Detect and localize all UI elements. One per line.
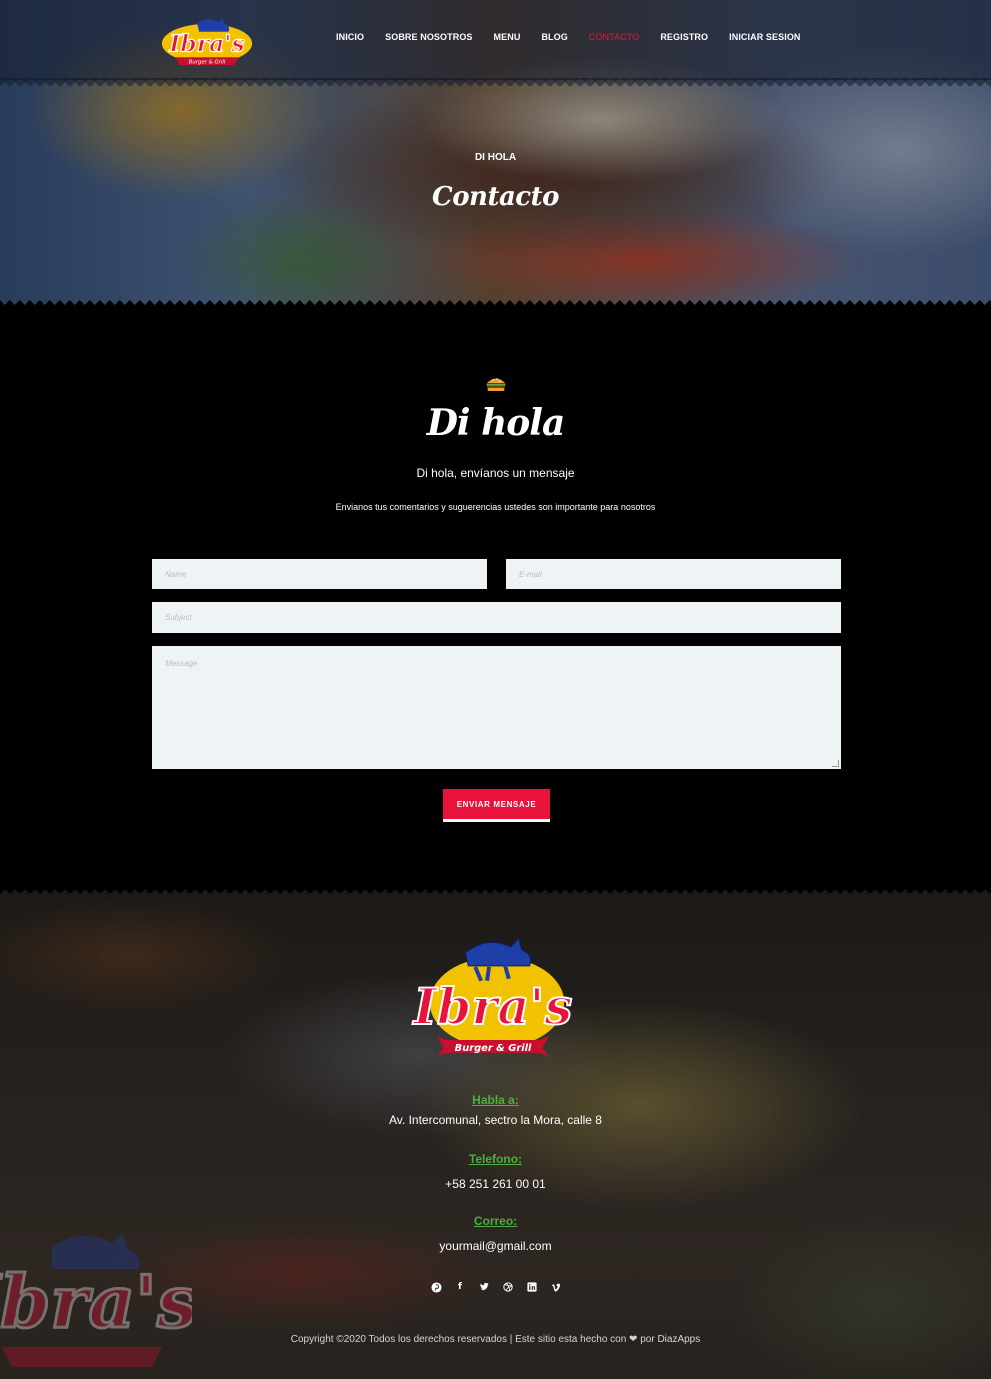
- subject-input[interactable]: [152, 602, 841, 633]
- site-footer: Ibra's Ibra's Burger & Grill Habla a: Av…: [0, 885, 991, 1379]
- hero-banner: Ibra's Burger & Grill INICIO SOBRE NOSOT…: [0, 0, 991, 310]
- textarea-resize-handle[interactable]: [832, 760, 839, 767]
- svg-text:Ibra's: Ibra's: [0, 1259, 192, 1344]
- phone-label: Telefono:: [468, 1152, 523, 1166]
- name-input[interactable]: [152, 559, 487, 589]
- site-logo[interactable]: Ibra's Burger & Grill: [158, 16, 256, 70]
- email-input[interactable]: [506, 559, 841, 589]
- vimeo-icon[interactable]: [550, 1281, 562, 1293]
- email-text: yourmail@gmail.com: [439, 1239, 552, 1253]
- dribbble-icon[interactable]: [502, 1281, 514, 1293]
- page-title: Contacto: [432, 182, 559, 212]
- nav-item-menu[interactable]: MENU: [494, 32, 521, 42]
- hero-eyebrow: DI HOLA: [474, 152, 517, 163]
- phone-text: +58 251 261 00 01: [445, 1177, 546, 1191]
- footer-logo-image: Ibra's Burger & Grill: [411, 937, 573, 1056]
- nav-item-registro[interactable]: REGISTRO: [660, 32, 708, 42]
- watermark-logo-image: Ibra's: [0, 1233, 192, 1367]
- address-text: Av. Intercomunal, sectro la Mora, calle …: [389, 1113, 602, 1127]
- nav-item-iniciar-sesion[interactable]: INICIAR SESION: [729, 32, 800, 42]
- nav-item-sobre-nosotros[interactable]: SOBRE NOSOTROS: [385, 32, 472, 42]
- contact-title: Di hola: [426, 402, 566, 444]
- linkedin-icon[interactable]: [526, 1281, 538, 1293]
- main-nav: INICIO SOBRE NOSOTROS MENU BLOG CONTACTO…: [336, 32, 822, 42]
- logo-image: Ibra's Burger & Grill: [161, 18, 253, 66]
- nav-item-inicio[interactable]: INICIO: [336, 32, 364, 42]
- copyright-text: Copyright ©2020 Todos los derechos reser…: [290, 1334, 701, 1345]
- send-message-button[interactable]: ENVIAR MENSAJE: [443, 789, 550, 822]
- svg-text:Ibra's: Ibra's: [168, 29, 245, 57]
- address-label: Habla a:: [472, 1093, 519, 1107]
- burger-icon: [486, 378, 506, 391]
- email-label: Correo:: [473, 1214, 518, 1228]
- facebook-icon[interactable]: f: [454, 1281, 466, 1293]
- nav-item-blog[interactable]: BLOG: [541, 32, 567, 42]
- hero-zigzag-edge: [0, 300, 991, 310]
- footer-logo[interactable]: Ibra's Burger & Grill: [406, 933, 584, 1067]
- footer-watermark-logo: Ibra's: [0, 1231, 192, 1379]
- message-textarea[interactable]: [152, 646, 841, 769]
- social-links: f: [430, 1281, 574, 1293]
- twitter-icon[interactable]: [478, 1281, 490, 1293]
- nav-item-contacto[interactable]: CONTACTO: [589, 32, 639, 42]
- contact-description: Envianos tus comentarios y suguerencias …: [335, 502, 656, 512]
- header-zigzag-edge: [0, 78, 991, 86]
- footer-zigzag-edge: [0, 885, 991, 893]
- svg-text:Burger & Grill: Burger & Grill: [189, 60, 226, 66]
- svg-text:Burger & Grill: Burger & Grill: [455, 1043, 532, 1054]
- contact-subtitle: Di hola, envíanos un mensaje: [416, 466, 575, 480]
- svg-text:Ibra's: Ibra's: [412, 978, 573, 1036]
- contact-section: Di hola Di hola, envíanos un mensaje Env…: [0, 310, 991, 885]
- pinterest-icon[interactable]: [430, 1281, 442, 1293]
